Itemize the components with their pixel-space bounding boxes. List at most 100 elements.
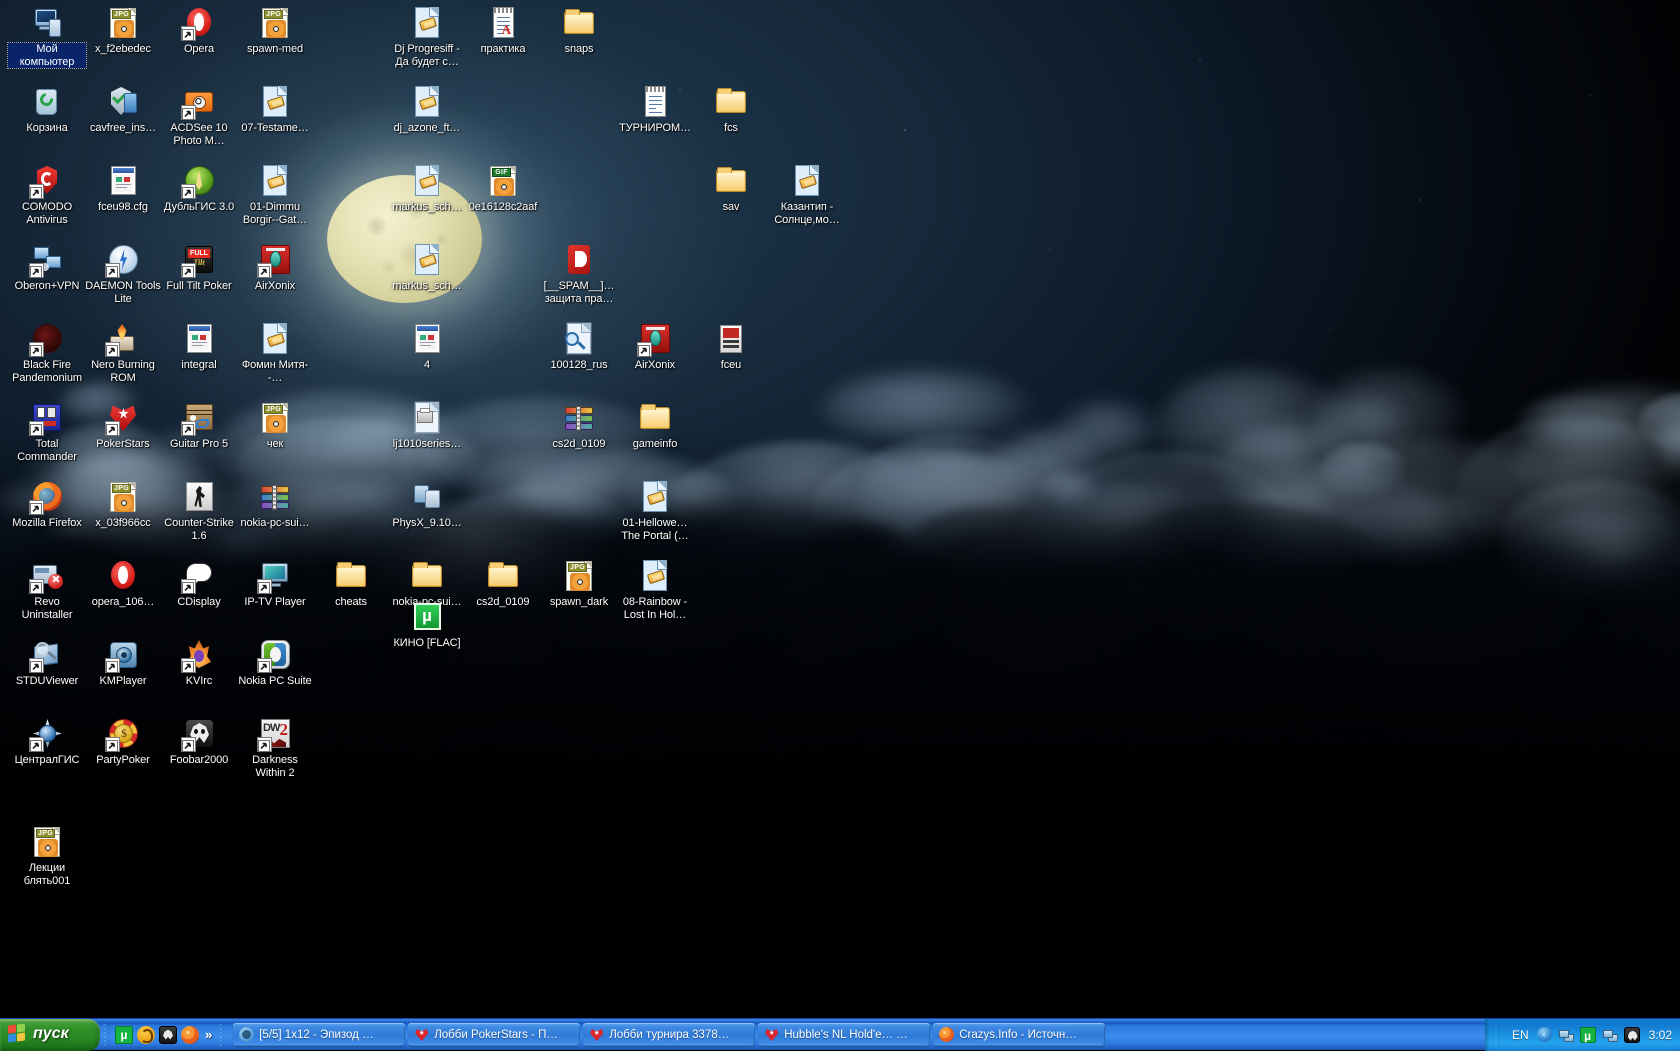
desktop-icon[interactable]: µКИНО [FLAC] [388, 600, 466, 650]
desktop-icon[interactable]: Мой компьютер [8, 6, 86, 68]
mediadoc-icon [790, 164, 824, 198]
desktop-icon[interactable]: DAEMON Tools Lite [84, 243, 162, 305]
desktop-icon[interactable]: Казантип - Солнце,мо… [768, 164, 846, 226]
desktop-icon[interactable]: 4 [388, 322, 466, 372]
desktop-icon[interactable]: fceu98.cfg [84, 164, 162, 214]
quicklaunch-overflow-chevron-icon[interactable]: » [203, 1027, 214, 1042]
desktop-icon[interactable]: PhysX_9.10… [388, 480, 466, 530]
desktop-icon[interactable]: FULLTiltFull Tilt Poker [160, 243, 238, 293]
quicklaunch-grip[interactable] [103, 1023, 110, 1047]
desktop-icon[interactable]: ЦентралГИС [8, 717, 86, 767]
utorrent-quicklaunch-icon[interactable] [115, 1026, 133, 1044]
desktop-icon[interactable]: KVIrc [160, 638, 238, 688]
tray-expand-icon[interactable]: ‹ [1537, 1027, 1552, 1042]
network-secondary-icon[interactable] [1602, 1027, 1618, 1043]
clock[interactable]: 3:02 [1646, 1028, 1672, 1042]
desktop-icon[interactable]: Корзина [8, 85, 86, 135]
desktop-icon[interactable]: AirXonix [616, 322, 694, 372]
desktop-icon[interactable]: opera_106… [84, 559, 162, 609]
desktop-icon[interactable]: JPGspawn-med [236, 6, 314, 56]
shortcut-arrow-icon [30, 423, 42, 435]
desktop-icon[interactable]: 07-Testame… [236, 85, 314, 135]
desktop-icon[interactable]: nokia-pc-sui… [236, 480, 314, 530]
comodo-quicklaunch-icon[interactable] [137, 1026, 155, 1044]
taskbar-button[interactable]: Hubble's NL Hold'e… … [758, 1023, 930, 1046]
tasks-grip[interactable] [219, 1023, 226, 1047]
desktop-icon[interactable]: Dj Progresiff - Да будет с… [388, 6, 466, 68]
desktop-icon[interactable]: Nero Burning ROM [84, 322, 162, 384]
desktop-icon[interactable]: $PartyPoker [84, 717, 162, 767]
desktop-icon[interactable]: gameinfo [616, 401, 694, 451]
desktop-icon[interactable]: fceu [692, 322, 770, 372]
desktop-icon[interactable]: 08-Rainbow - Lost In Hol… [616, 559, 694, 621]
desktop-icon[interactable]: AirXonix [236, 243, 314, 293]
desktop-icon[interactable]: integral [160, 322, 238, 372]
desktop-icon[interactable]: cavfree_ins… [84, 85, 162, 135]
desktop-icon[interactable]: fcs [692, 85, 770, 135]
foobar2000-quicklaunch-icon[interactable] [159, 1026, 177, 1044]
desktop-icon[interactable]: 01-Hellowe… The Portal (… [616, 480, 694, 542]
desktop-icon[interactable]: cs2d_0109 [464, 559, 542, 609]
desktop-icon[interactable]: snaps [540, 6, 618, 56]
desktop-icon[interactable]: Opera [160, 6, 238, 56]
desktop-icon[interactable]: cheats [312, 559, 390, 609]
desktop-icon[interactable]: PokerStars [84, 401, 162, 451]
desktop-icon[interactable]: Revo Uninstaller [8, 559, 86, 621]
taskbar[interactable]: пуск » [5/5] 1x12 - Эпизод …Лобби PokerS… [0, 1018, 1680, 1050]
desktop-icon[interactable]: JPGx_f2ebedec [84, 6, 162, 56]
taskbar-button[interactable]: [5/5] 1x12 - Эпизод … [233, 1023, 405, 1046]
kmplayer-icon [239, 1027, 254, 1042]
desktop-icon[interactable]: 01-Dimmu Borgir--Gat… [236, 164, 314, 226]
network-icon[interactable] [1558, 1027, 1574, 1043]
shortcut-arrow-icon [182, 265, 194, 277]
desktop-icon[interactable]: lj1010series… [388, 401, 466, 451]
desktop-icon[interactable]: Total Commander [8, 401, 86, 463]
start-button[interactable]: пуск [0, 1019, 100, 1051]
desktop-icon[interactable]: JPGx_03f966cc [84, 480, 162, 530]
darkness2-icon: DW2 [258, 717, 292, 751]
utorrent-tray-icon[interactable] [1580, 1027, 1596, 1043]
desktop-icon[interactable]: ДубльГИС 3.0 [160, 164, 238, 214]
desktop-icon[interactable]: DW2Darkness Within 2 [236, 717, 314, 779]
desktop-icon[interactable]: ТУРНИРОМ… [616, 85, 694, 135]
desktop-icon[interactable]: IP-TV Player [236, 559, 314, 609]
desktop-icon[interactable]: ACDSee 10 Photo M… [160, 85, 238, 147]
desktop[interactable]: Мой компьютерJPGx_f2ebedecOperaJPGspawn-… [0, 0, 1680, 1050]
foobar-tray-icon[interactable] [1624, 1027, 1640, 1043]
desktop-icon[interactable]: Nokia PC Suite [236, 638, 314, 688]
desktop-icon[interactable]: 100128_rus [540, 322, 618, 372]
desktop-icon[interactable]: JPGspawn_dark [540, 559, 618, 609]
taskbar-button[interactable]: Лобби PokerStars - П… [408, 1023, 580, 1046]
desktop-icon[interactable]: Guitar Pro 5 [160, 401, 238, 451]
desktop-icon[interactable]: Foobar2000 [160, 717, 238, 767]
desktop-icon[interactable]: sav [692, 164, 770, 214]
desktop-icon[interactable]: Mozilla Firefox [8, 480, 86, 530]
desktop-icon[interactable]: markus_sch… [388, 164, 466, 214]
system-tray[interactable]: EN ‹ 3:02 [1485, 1019, 1680, 1051]
quick-launch-bar[interactable]: » [113, 1019, 216, 1051]
desktop-icon[interactable]: COMODO Antivirus [8, 164, 86, 226]
desktop-icon[interactable]: JPGчек [236, 401, 314, 451]
desktop-icon[interactable]: Aпрактика [464, 6, 542, 56]
taskbar-button[interactable]: Crazys.Info - Источн… [933, 1023, 1105, 1046]
task-buttons[interactable]: [5/5] 1x12 - Эпизод …Лобби PokerStars - … [229, 1019, 1485, 1051]
desktop-icon[interactable]: JPGЛекции блять001 [8, 825, 86, 887]
desktop-icon[interactable]: KMPlayer [84, 638, 162, 688]
taskbar-button[interactable]: Лобби турнира 3378… [583, 1023, 755, 1046]
firefox-quicklaunch-icon[interactable] [181, 1026, 199, 1044]
tray-grip[interactable] [1494, 1023, 1501, 1047]
desktop-icon[interactable]: Фомин Митя--… [236, 322, 314, 384]
desktop-icon[interactable]: markus_sch… [388, 243, 466, 293]
desktop-icon[interactable]: CDisplay [160, 559, 238, 609]
desktop-icon[interactable]: Oberon+VPN [8, 243, 86, 293]
desktop-icon[interactable]: GIF0e16128c2aaf [464, 164, 542, 214]
airxonix-icon [258, 243, 292, 277]
desktop-icon[interactable]: Black Fire Pandemonium [8, 322, 86, 384]
desktop-icon[interactable]: Counter-Strike 1.6 [160, 480, 238, 542]
desktop-icon[interactable]: cs2d_0109 [540, 401, 618, 451]
language-indicator[interactable]: EN [1510, 1028, 1531, 1042]
desktop-icon[interactable]: dj_azone_ft… [388, 85, 466, 135]
desktop-icon-label: lj1010series… [388, 438, 466, 451]
desktop-icon[interactable]: [__SPAM__]… защита пра… [540, 243, 618, 305]
desktop-icon[interactable]: STDUViewer [8, 638, 86, 688]
